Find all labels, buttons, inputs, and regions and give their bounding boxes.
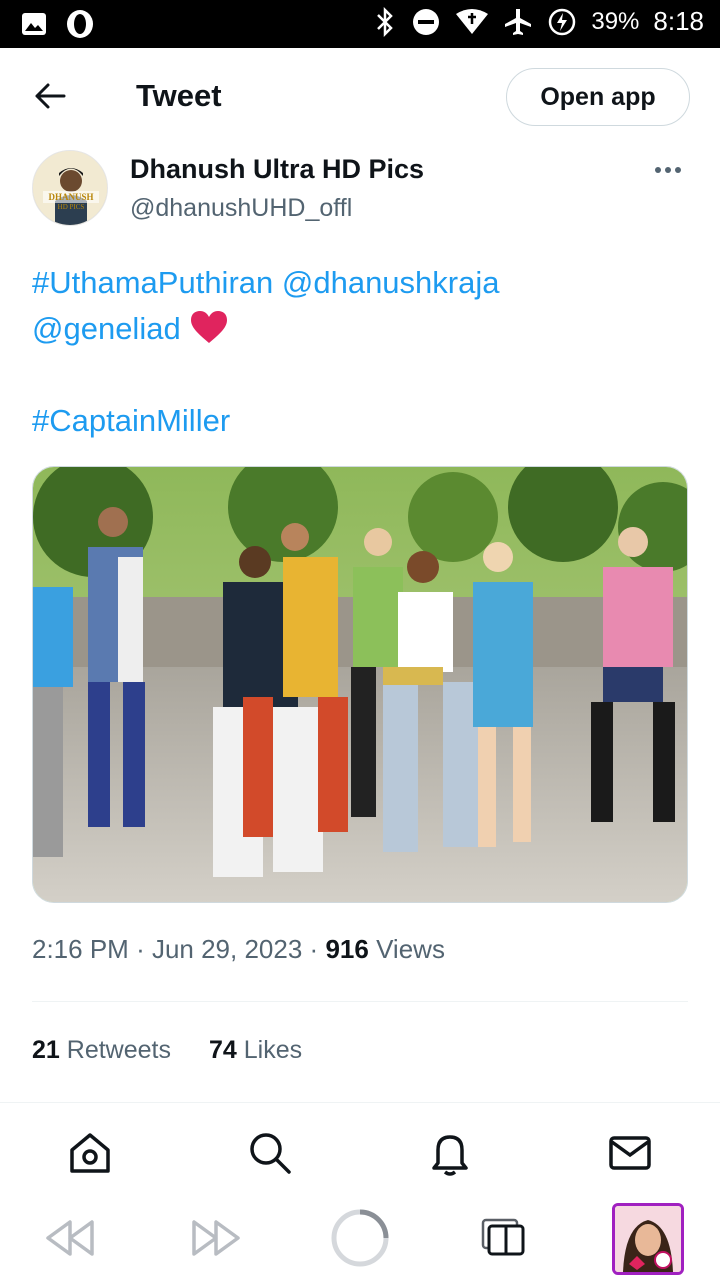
browser-reload-button[interactable] (328, 1206, 392, 1270)
author-avatar[interactable]: DHANUSH HD PICS (32, 150, 108, 226)
tweet-author: DHANUSH HD PICS Dhanush Ultra HD Pics @d… (32, 150, 688, 230)
back-arrow-icon (35, 83, 66, 109)
tweet-line-3: #CaptainMiller (32, 398, 688, 444)
tweet-stats: 21 Retweets 74 Likes (32, 1036, 302, 1065)
tweet-time[interactable]: 2:16 PM (32, 934, 129, 964)
browser-tabs-button[interactable] (472, 1206, 536, 1270)
airplane-mode-icon (505, 8, 532, 35)
opera-notification-icon (67, 10, 93, 38)
messages-envelope-icon (609, 1136, 651, 1170)
more-dots-icon (655, 167, 661, 173)
retweets-count: 21 (32, 1036, 60, 1064)
more-options-button[interactable] (648, 156, 688, 184)
tweet-media-photo[interactable] (32, 466, 688, 903)
avatar-text-line2: HD PICS (58, 203, 85, 211)
home-icon (70, 1133, 110, 1173)
wifi-icon (456, 8, 489, 34)
mention-link[interactable]: @dhanushkraja (282, 265, 500, 300)
back-button[interactable] (28, 74, 72, 118)
tweet-header: Tweet Open app (0, 48, 720, 144)
do-not-disturb-icon (413, 8, 440, 35)
tweet-line-2: @geneliad (32, 306, 688, 352)
tabs-icon (481, 1218, 525, 1256)
forward-icon (192, 1220, 240, 1256)
nav-notifications[interactable] (426, 1129, 474, 1177)
hashtag-link[interactable]: #CaptainMiller (32, 403, 230, 438)
red-heart-emoji-icon (191, 311, 228, 343)
back-icon (46, 1220, 94, 1256)
gallery-notification-icon (22, 13, 46, 35)
open-app-button[interactable]: Open app (506, 68, 690, 126)
dance-scene-photo (33, 467, 687, 902)
profile-photo-thumbnail (615, 1206, 681, 1272)
likes-count: 74 (208, 1036, 237, 1064)
clock: 8:18 (653, 6, 704, 36)
battery-charging-icon (549, 8, 576, 35)
browser-back-button[interactable] (38, 1206, 102, 1270)
page-title: Tweet (136, 78, 222, 113)
avatar-image: DHANUSH HD PICS (33, 151, 107, 225)
bottom-navigation (0, 1102, 720, 1198)
avatar-text-line1: DHANUSH (48, 192, 93, 202)
likes-stat[interactable]: 74 Likes (209, 1036, 302, 1065)
tweet-text: #UthamaPuthiran @dhanushkraja @geneliad … (32, 260, 688, 444)
nav-explore[interactable] (246, 1129, 294, 1177)
retweets-stat[interactable]: 21 Retweets (32, 1036, 171, 1065)
reload-icon (331, 1209, 389, 1267)
tweet-line-1: #UthamaPuthiran @dhanushkraja (32, 260, 688, 306)
author-display-name[interactable]: Dhanush Ultra HD Pics (130, 154, 424, 185)
status-bar: 39% 8:18 (0, 0, 720, 48)
notifications-bell-icon (432, 1135, 468, 1176)
mention-link[interactable]: @geneliad (32, 311, 181, 346)
search-icon (250, 1133, 291, 1174)
nav-home[interactable] (66, 1129, 114, 1177)
likes-label: Likes (243, 1036, 303, 1064)
battery-percentage: 39% (591, 7, 640, 35)
nav-messages[interactable] (606, 1129, 654, 1177)
browser-forward-button[interactable] (184, 1206, 248, 1270)
bluetooth-icon (377, 6, 394, 37)
author-handle[interactable]: @dhanushUHD_offl (130, 194, 352, 223)
hashtag-link[interactable]: #UthamaPuthiran (32, 265, 273, 300)
divider (32, 1001, 688, 1002)
tweet-timestamp-views: 2:16 PM · Jun 29, 2023 · 916 Views (32, 934, 445, 964)
retweets-label: Retweets (66, 1036, 171, 1064)
views-label: Views (376, 934, 445, 964)
browser-toolbar (0, 1198, 720, 1280)
tweet-date[interactable]: Jun 29, 2023 (152, 934, 302, 964)
views-count: 916 (325, 934, 369, 964)
opera-profile-thumbnail[interactable] (612, 1203, 684, 1275)
